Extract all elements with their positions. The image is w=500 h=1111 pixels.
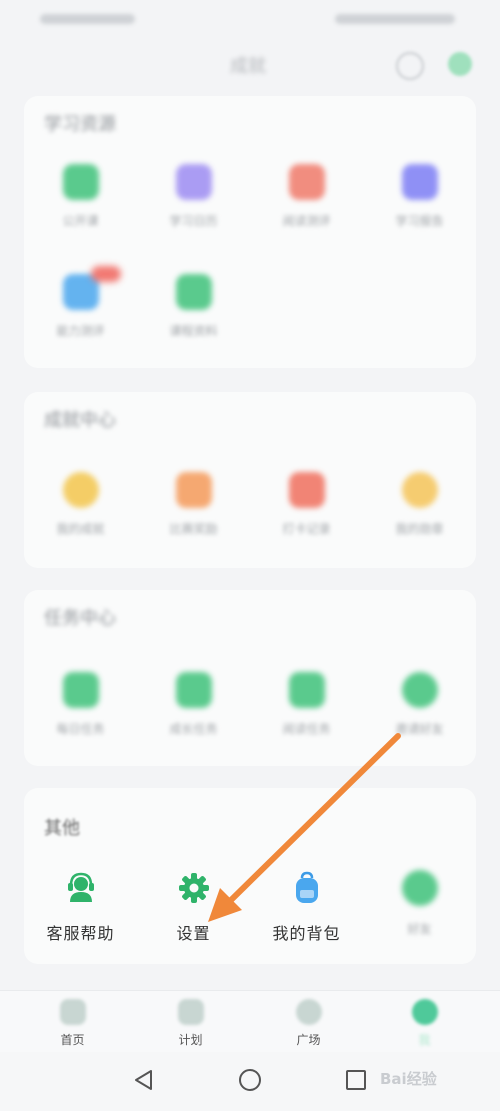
new-badge bbox=[90, 266, 121, 282]
support-help-item[interactable]: 客服帮助 bbox=[24, 870, 137, 944]
item-label: 比赛奖励 bbox=[169, 522, 218, 536]
item-label: 我的勋章 bbox=[395, 522, 444, 536]
grid-item-3[interactable]: 学习报告 bbox=[363, 164, 476, 229]
grid-item-0[interactable]: 每日任务 bbox=[24, 672, 137, 737]
planet-icon bbox=[295, 999, 322, 1025]
item-label: 每日任务 bbox=[56, 722, 105, 736]
headset-icon bbox=[67, 872, 94, 902]
tab-label: 首页 bbox=[60, 1033, 85, 1047]
item-label: 阅读测评 bbox=[282, 214, 331, 228]
item-label: 学习报告 bbox=[395, 214, 444, 228]
system-nav-bar: Bai经验 bbox=[0, 1052, 500, 1111]
backpack-icon bbox=[295, 871, 318, 903]
tv-icon bbox=[62, 266, 121, 310]
grid-item-1[interactable]: 学习日历 bbox=[137, 164, 250, 229]
home-icon[interactable] bbox=[238, 1068, 262, 1092]
grid-item-2[interactable]: 阅读任务 bbox=[250, 672, 363, 737]
grid-item-5[interactable]: 课程资料 bbox=[137, 274, 250, 339]
tab-label: 广场 bbox=[296, 1033, 321, 1047]
avatar[interactable] bbox=[448, 52, 472, 76]
item-label: 打卡记录 bbox=[282, 522, 331, 536]
star-icon bbox=[62, 472, 99, 508]
profile-icon bbox=[411, 999, 438, 1025]
tab-label: 计划 bbox=[178, 1033, 203, 1047]
grid-item-3[interactable]: 我的勋章 bbox=[363, 472, 476, 537]
grid-item-2[interactable]: 打卡记录 bbox=[250, 472, 363, 537]
status-bar bbox=[0, 0, 500, 40]
task-icon bbox=[62, 672, 99, 708]
status-left bbox=[40, 14, 135, 24]
book-icon bbox=[62, 164, 99, 200]
report-icon bbox=[401, 164, 438, 200]
grid-item-0[interactable]: 我的成就 bbox=[24, 472, 137, 537]
friends-item[interactable]: 好友 bbox=[363, 870, 476, 937]
item-label: 公开课 bbox=[62, 214, 99, 228]
backpack-item[interactable]: 我的背包 bbox=[250, 870, 363, 944]
item-label: 阅读任务 bbox=[282, 722, 331, 736]
grid-item-0[interactable]: 公开课 bbox=[24, 164, 137, 229]
item-label: 好友 bbox=[407, 922, 432, 936]
item-label: 能力测评 bbox=[56, 324, 105, 338]
item-label: 邀请好友 bbox=[395, 722, 444, 736]
item-label: 课程资料 bbox=[169, 324, 218, 338]
section-card-tasks: 任务中心 每日任务 成长任务 阅读任务 邀请好友 bbox=[24, 590, 476, 766]
back-icon[interactable] bbox=[132, 1068, 156, 1092]
status-right bbox=[335, 14, 455, 24]
calendar-check-icon bbox=[288, 472, 325, 508]
item-label: 客服帮助 bbox=[46, 924, 115, 943]
document-icon bbox=[288, 164, 325, 200]
item-label: 我的背包 bbox=[272, 924, 341, 943]
scan-icon[interactable] bbox=[396, 52, 424, 80]
item-label: 设置 bbox=[176, 924, 211, 943]
grid-item-2[interactable]: 阅读测评 bbox=[250, 164, 363, 229]
tab-label: 我 bbox=[418, 1033, 431, 1047]
invite-icon bbox=[401, 672, 438, 708]
gear-icon bbox=[178, 873, 209, 903]
section-card-learning: 学习资源 公开课 学习日历 阅读测评 学习报告 能力测评 课程资料 bbox=[24, 96, 476, 368]
reading-icon bbox=[288, 672, 325, 708]
trophy-icon bbox=[175, 472, 212, 508]
medal-icon bbox=[401, 472, 438, 508]
settings-item[interactable]: 设置 bbox=[137, 870, 250, 944]
play-icon bbox=[59, 999, 86, 1025]
tab-me[interactable]: 我 bbox=[362, 999, 487, 1048]
section-card-achievements: 成就中心 我的成就 比赛奖励 打卡记录 我的勋章 bbox=[24, 392, 476, 568]
item-label: 学习日历 bbox=[169, 214, 218, 228]
tab-home[interactable]: 首页 bbox=[10, 999, 135, 1048]
tab-plan[interactable]: 计划 bbox=[128, 999, 253, 1048]
friends-icon bbox=[401, 870, 438, 906]
tab-square[interactable]: 广场 bbox=[246, 999, 371, 1048]
section-card-other: 其他 客服帮助 设置 我的背包 好友 bbox=[24, 788, 476, 964]
grid-item-1[interactable]: 比赛奖励 bbox=[137, 472, 250, 537]
section-title: 学习资源 bbox=[44, 114, 116, 135]
growth-icon bbox=[175, 672, 212, 708]
grid-item-4[interactable]: 能力测评 bbox=[24, 266, 137, 339]
grid-item-3[interactable]: 邀请好友 bbox=[363, 672, 476, 737]
item-label: 我的成就 bbox=[56, 522, 105, 536]
folder-icon bbox=[175, 274, 212, 310]
recents-icon[interactable] bbox=[344, 1068, 368, 1092]
page-title: 成就 bbox=[230, 56, 266, 77]
section-title: 成就中心 bbox=[44, 410, 116, 431]
item-label: 成长任务 bbox=[169, 722, 218, 736]
section-title: 任务中心 bbox=[44, 608, 116, 629]
book-open-icon bbox=[177, 999, 204, 1025]
section-title: 其他 bbox=[44, 818, 80, 839]
grid-item-1[interactable]: 成长任务 bbox=[137, 672, 250, 737]
top-bar: 成就 bbox=[0, 42, 500, 86]
watermark: Bai经验 bbox=[380, 1070, 437, 1088]
calendar-icon bbox=[175, 164, 212, 200]
bottom-tab-bar: 首页 计划 广场 我 bbox=[0, 990, 500, 1053]
